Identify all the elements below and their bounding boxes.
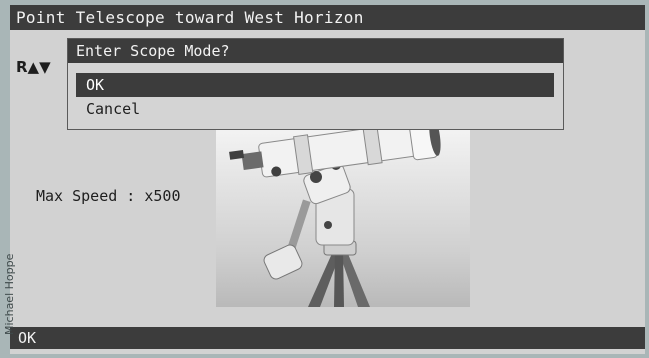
screen-title: Point Telescope toward West Horizon (10, 5, 645, 30)
dialog-title: Enter Scope Mode? (68, 39, 563, 63)
max-speed-readout: Max Speed : x500 (36, 187, 181, 205)
status-bar[interactable]: OK (10, 327, 645, 349)
telescope-image (216, 129, 470, 307)
photo-credit: Michael Hoppe (3, 253, 16, 335)
option-cancel[interactable]: Cancel (76, 97, 554, 121)
option-ok[interactable]: OK (76, 73, 554, 97)
scope-mode-dialog: Enter Scope Mode? OK Cancel (67, 38, 564, 130)
lcd-screen: Point Telescope toward West Horizon R▲▼ (10, 5, 645, 354)
ra-direction-indicator: R▲▼ (16, 58, 51, 76)
